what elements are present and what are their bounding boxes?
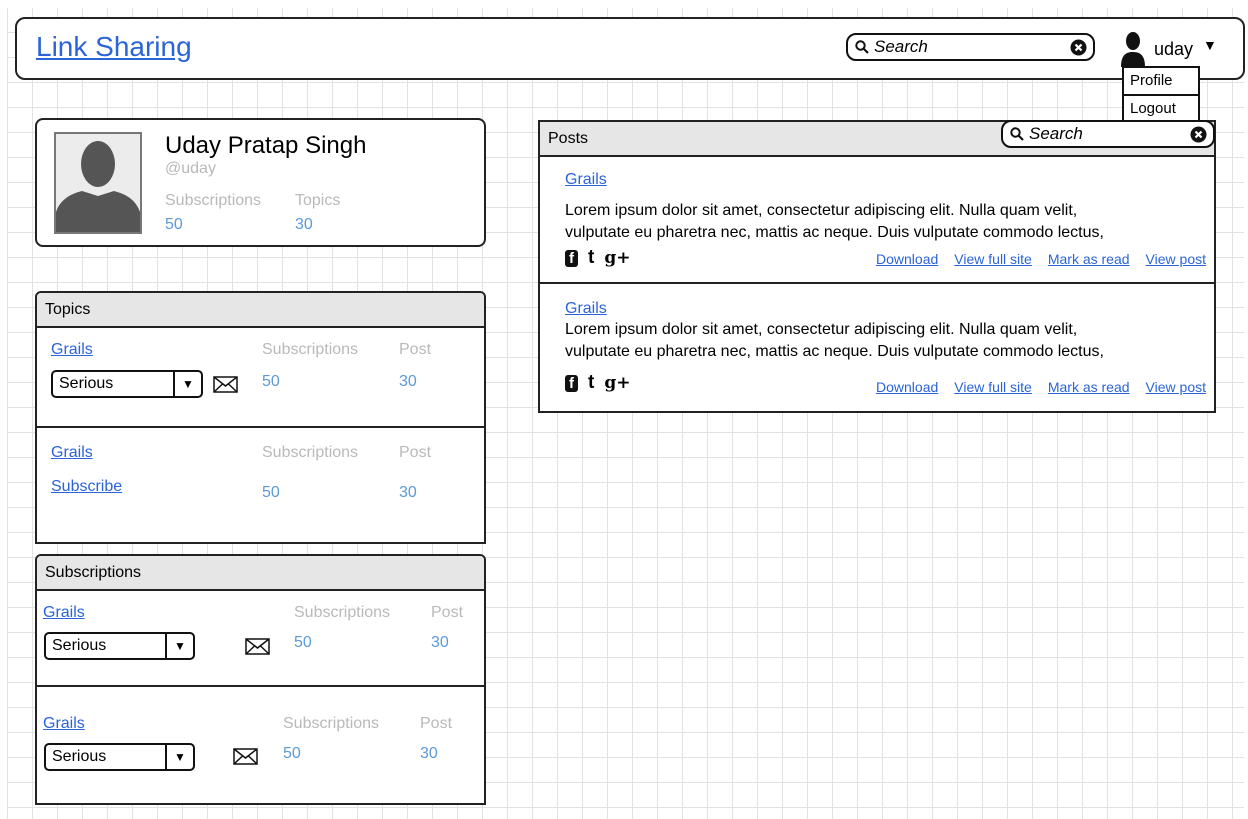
post-body: Lorem ipsum dolor sit amet, consectetur … xyxy=(565,200,1185,244)
chevron-down-icon[interactable]: ▼ xyxy=(173,372,201,396)
post-actions: Download View full site Mark as read Vie… xyxy=(876,379,1206,395)
topic-row: Grails Subscriptions Post Subscribe 50 3… xyxy=(37,428,484,540)
view-post-link[interactable]: View post xyxy=(1146,379,1206,395)
user-menu-caret-icon[interactable]: ▼ xyxy=(1203,37,1217,53)
app-title-link[interactable]: Link Sharing xyxy=(36,31,192,63)
mail-icon[interactable] xyxy=(213,376,238,393)
profile-topics-count: 30 xyxy=(295,216,313,233)
menu-item-profile[interactable]: Profile xyxy=(1124,68,1198,96)
profile-subscriptions-count: 50 xyxy=(165,216,183,233)
twitter-icon[interactable]: t xyxy=(588,372,594,394)
header-search-placeholder: Search xyxy=(874,37,928,56)
topic-subscriptions-label: Subscriptions xyxy=(262,444,359,461)
mail-icon[interactable] xyxy=(245,638,270,655)
twitter-icon[interactable]: t xyxy=(588,247,594,269)
clear-search-icon[interactable] xyxy=(1070,39,1087,56)
user-avatar-icon[interactable] xyxy=(1120,31,1146,67)
header-bar: Link Sharing Search uday ▼ xyxy=(15,17,1245,80)
topic-subscriptions-count: 50 xyxy=(262,484,280,501)
profile-handle: @uday xyxy=(165,160,216,177)
subscription-subscriptions-count: 50 xyxy=(294,634,312,651)
post-body-line: vulputate eu pharetra nec, mattis ac neq… xyxy=(565,224,1104,241)
subscription-topic-link[interactable]: Grails xyxy=(43,715,85,733)
topic-subscriptions-count: 50 xyxy=(262,373,280,390)
chevron-down-icon[interactable]: ▼ xyxy=(165,745,193,769)
seriousness-select[interactable]: Serious ▼ xyxy=(44,632,195,660)
subscription-subscriptions-count: 50 xyxy=(283,745,301,762)
seriousness-value: Serious xyxy=(59,375,114,392)
subscribe-link[interactable]: Subscribe xyxy=(51,478,122,496)
topic-post-label: Post xyxy=(399,444,432,461)
topic-subscriptions-label: Subscriptions xyxy=(262,341,359,358)
google-plus-icon[interactable]: g+ xyxy=(604,373,630,393)
clear-search-icon[interactable] xyxy=(1190,126,1207,143)
mark-as-read-link[interactable]: Mark as read xyxy=(1048,251,1130,267)
google-plus-icon[interactable]: g+ xyxy=(604,248,630,268)
view-full-site-link[interactable]: View full site xyxy=(954,251,1032,267)
posts-search-input[interactable]: Search xyxy=(1001,120,1215,148)
search-icon xyxy=(855,40,869,54)
canvas-right-margin xyxy=(1244,0,1248,819)
profile-topics-label: Topics xyxy=(295,192,341,209)
subscription-topic-link[interactable]: Grails xyxy=(43,604,85,622)
post-actions: Download View full site Mark as read Vie… xyxy=(876,251,1206,267)
user-dropdown-menu: Profile Logout xyxy=(1122,66,1200,126)
person-silhouette-icon xyxy=(56,141,140,232)
subscription-subscriptions-label: Subscriptions xyxy=(283,715,380,732)
topic-row: Grails Subscriptions Post Serious ▼ 50 3… xyxy=(37,328,484,428)
seriousness-value: Serious xyxy=(52,748,107,765)
subscription-subscriptions-label: Subscriptions xyxy=(294,604,391,621)
topic-name-link[interactable]: Grails xyxy=(51,341,93,359)
facebook-icon[interactable]: f xyxy=(565,374,578,392)
post-body-line: vulputate eu pharetra nec, mattis ac neq… xyxy=(565,343,1104,360)
profile-photo xyxy=(54,132,142,234)
view-post-link[interactable]: View post xyxy=(1146,251,1206,267)
header-search-input[interactable]: Search xyxy=(846,33,1095,61)
search-icon xyxy=(1010,127,1024,141)
chevron-down-icon[interactable]: ▼ xyxy=(165,634,193,658)
post-body-line: Lorem ipsum dolor sit amet, consectetur … xyxy=(565,202,1078,219)
topics-heading: Topics xyxy=(37,293,484,328)
canvas-left-margin xyxy=(0,0,7,819)
canvas-top-margin xyxy=(0,0,1248,8)
social-share-icons: f t g+ xyxy=(565,247,630,269)
subscription-post-label: Post xyxy=(431,604,464,621)
subscription-post-count: 30 xyxy=(431,634,449,651)
topics-panel: Topics Grails Subscriptions Post Serious… xyxy=(35,291,486,544)
facebook-icon[interactable]: f xyxy=(565,249,578,267)
view-full-site-link[interactable]: View full site xyxy=(954,379,1032,395)
post-item: Grails Lorem ipsum dolor sit amet, conse… xyxy=(540,284,1214,409)
post-body: Lorem ipsum dolor sit amet, consectetur … xyxy=(565,319,1185,363)
subscriptions-panel: Subscriptions Grails Subscriptions Post … xyxy=(35,554,486,805)
username-label[interactable]: uday xyxy=(1154,39,1193,60)
topic-name-link[interactable]: Grails xyxy=(51,444,93,462)
post-topic-link[interactable]: Grails xyxy=(565,300,607,318)
subscriptions-heading: Subscriptions xyxy=(37,556,484,591)
mail-icon[interactable] xyxy=(233,748,258,765)
subscription-post-label: Post xyxy=(420,715,453,732)
posts-panel: Posts Search Grails Lorem ipsum dolor si… xyxy=(538,120,1216,413)
profile-name: Uday Pratap Singh xyxy=(165,132,367,159)
post-topic-link[interactable]: Grails xyxy=(565,171,607,189)
mark-as-read-link[interactable]: Mark as read xyxy=(1048,379,1130,395)
subscription-row: Grails Subscriptions Post Serious ▼ 50 3… xyxy=(37,591,484,687)
post-item: Grails Lorem ipsum dolor sit amet, conse… xyxy=(540,157,1214,284)
topic-post-count: 30 xyxy=(399,373,417,390)
subscription-row: Grails Subscriptions Post Serious ▼ 50 3… xyxy=(37,687,484,803)
profile-card: Uday Pratap Singh @uday Subscriptions To… xyxy=(35,118,486,247)
seriousness-select[interactable]: Serious ▼ xyxy=(44,743,195,771)
social-share-icons: f t g+ xyxy=(565,372,630,394)
seriousness-select[interactable]: Serious ▼ xyxy=(51,370,203,398)
post-body-line: Lorem ipsum dolor sit amet, consectetur … xyxy=(565,321,1078,338)
download-link[interactable]: Download xyxy=(876,379,938,395)
subscription-post-count: 30 xyxy=(420,745,438,762)
profile-subscriptions-label: Subscriptions xyxy=(165,192,262,209)
download-link[interactable]: Download xyxy=(876,251,938,267)
seriousness-value: Serious xyxy=(52,637,107,654)
topic-post-label: Post xyxy=(399,341,432,358)
posts-search-placeholder: Search xyxy=(1029,124,1083,143)
topic-post-count: 30 xyxy=(399,484,417,501)
